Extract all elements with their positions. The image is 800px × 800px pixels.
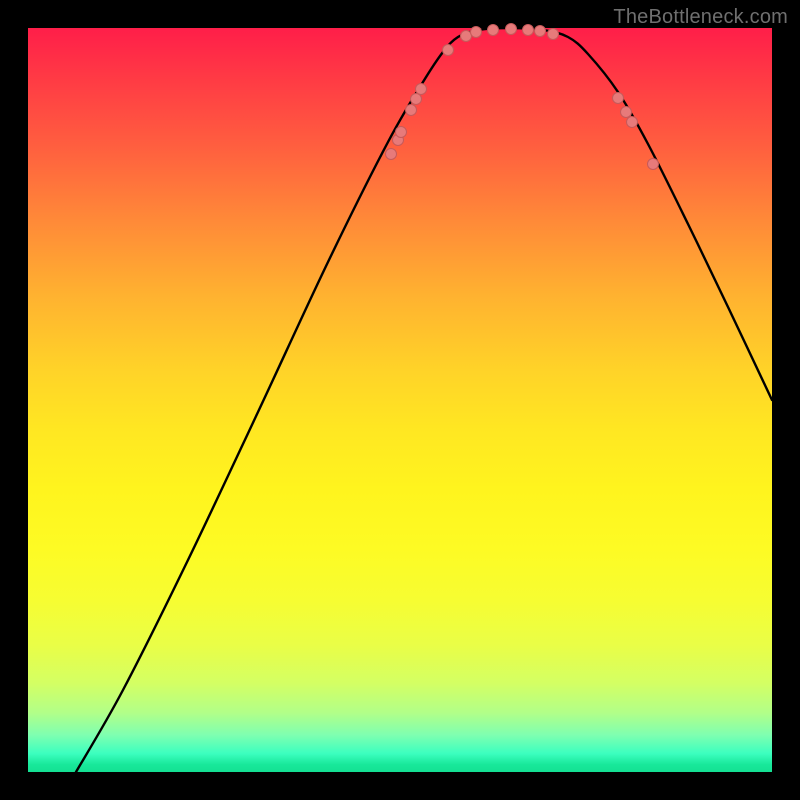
data-point-dot [416, 84, 427, 95]
data-point-dot [406, 105, 417, 116]
data-point-dot [506, 24, 517, 35]
data-point-dot [386, 149, 397, 160]
data-point-dot [471, 27, 482, 38]
data-point-dot [535, 26, 546, 37]
data-point-dot [396, 127, 407, 138]
data-point-dot [627, 117, 638, 128]
data-point-dot [613, 93, 624, 104]
data-point-dot [621, 107, 632, 118]
data-point-dot [411, 94, 422, 105]
data-point-dot [548, 29, 559, 40]
data-point-dot [443, 45, 454, 56]
watermark-text: TheBottleneck.com [613, 6, 788, 29]
data-point-dot [461, 31, 472, 42]
data-point-dot [523, 25, 534, 36]
chart-plot-area [28, 28, 772, 772]
bottleneck-curve [28, 28, 772, 772]
data-point-dot [488, 25, 499, 36]
data-point-dot [648, 159, 659, 170]
